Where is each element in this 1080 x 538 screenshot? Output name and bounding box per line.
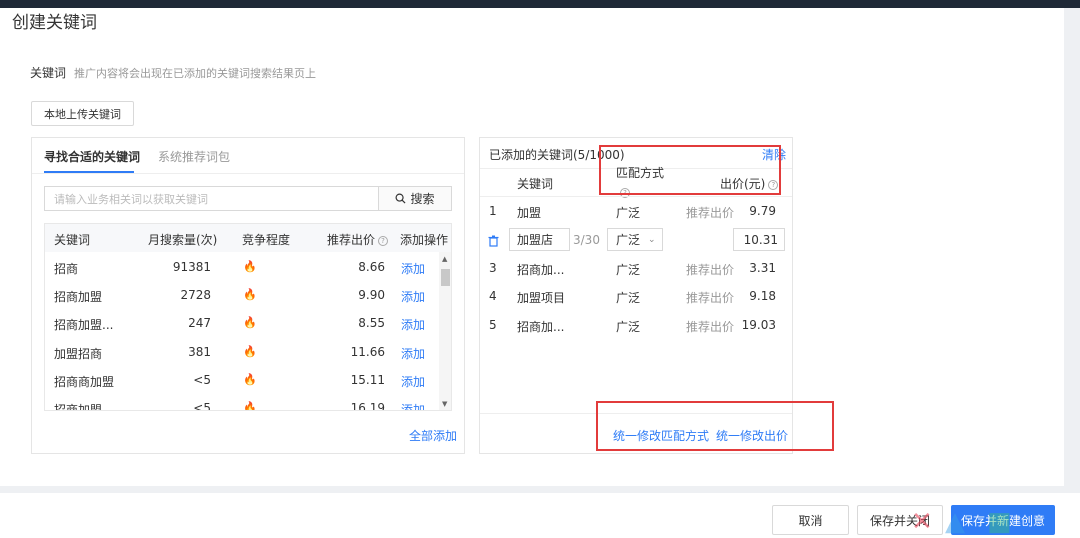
bid-value: 9.18 xyxy=(749,289,776,303)
bid-value: 3.31 xyxy=(749,261,776,275)
add-keyword-link[interactable]: 添加 xyxy=(401,401,425,410)
row-volume: <5 xyxy=(193,373,211,387)
watermark-logo: ✕ ▲ ■ xyxy=(911,507,1012,537)
tab-find-keywords[interactable]: 寻找合适的关键词 xyxy=(44,148,140,165)
page-title: 创建关键词 xyxy=(12,13,97,33)
bid-value: 9.79 xyxy=(749,204,776,218)
bid-label: 推荐出价 xyxy=(686,206,735,220)
chevron-down-icon: ⌄ xyxy=(648,234,656,245)
add-keyword-link[interactable]: 添加 xyxy=(401,345,425,362)
added-keyword: 加盟 xyxy=(517,206,542,220)
row-volume: 2728 xyxy=(180,288,211,302)
bid-label: 推荐出价 xyxy=(686,291,735,305)
col-volume: 月搜索量(次) xyxy=(148,233,218,247)
flame-icon: 🔥 xyxy=(243,260,257,273)
upload-keywords-button[interactable]: 本地上传关键词 xyxy=(31,101,134,126)
keyword-search-input[interactable]: 请输入业务相关词以获取关键词 xyxy=(44,186,378,211)
bid-value: 19.03 xyxy=(741,318,776,332)
trash-icon[interactable] xyxy=(488,235,499,247)
row-volume: 247 xyxy=(188,316,211,330)
scroll-down-icon[interactable]: ▼ xyxy=(442,400,447,408)
bid-edit-input[interactable]: 10.31 xyxy=(733,228,785,251)
svg-text:■: ■ xyxy=(987,507,1012,537)
col-competition: 竞争程度 xyxy=(242,233,291,247)
highlight-box-batch xyxy=(596,401,834,451)
row-index: 5 xyxy=(489,318,497,332)
row-bid: 16.19 xyxy=(350,401,385,411)
row-volume: 91381 xyxy=(172,260,211,274)
row-index: 4 xyxy=(489,289,497,303)
keyword-finder: 寻找合适的关键词 系统推荐词包 请输入业务相关词以获取关键词 搜索 关键词 月搜… xyxy=(31,137,465,454)
add-keyword-link[interactable]: 添加 xyxy=(401,373,425,390)
keyword-table: 关键词 月搜索量(次) 竞争程度 推荐出价? 添加操作 招商 91381 🔥 8… xyxy=(44,223,452,411)
row-bid: 9.90 xyxy=(358,288,385,302)
row-keyword: 招商加盟... xyxy=(54,318,114,332)
add-keyword-link[interactable]: 添加 xyxy=(401,316,425,333)
added-keyword: 招商加... xyxy=(517,320,565,334)
search-button[interactable]: 搜索 xyxy=(378,186,452,211)
row-keyword: 招商 xyxy=(54,262,79,276)
row-bid: 11.66 xyxy=(350,345,385,359)
row-bid: 8.55 xyxy=(358,316,385,330)
row-index: 3 xyxy=(489,261,497,275)
match-type: 广泛 xyxy=(616,291,641,305)
col-action: 添加操作 xyxy=(400,233,449,247)
columns-divider xyxy=(480,196,792,197)
add-keyword-link[interactable]: 添加 xyxy=(401,260,425,277)
row-volume: 381 xyxy=(188,345,211,359)
col-bid: 推荐出价? xyxy=(327,231,389,248)
flame-icon: 🔥 xyxy=(243,316,257,329)
highlight-box-columns xyxy=(599,145,781,195)
svg-text:▲: ▲ xyxy=(945,507,965,537)
cancel-button[interactable]: 取消 xyxy=(772,505,849,535)
row-volume: <5 xyxy=(193,401,211,411)
add-keyword-link[interactable]: 添加 xyxy=(401,288,425,305)
added-keyword: 招商加... xyxy=(517,263,565,277)
match-type: 广泛 xyxy=(616,320,641,334)
row-keyword: 招商商加盟 xyxy=(54,375,115,389)
tab-divider xyxy=(32,173,464,174)
help-icon: ? xyxy=(378,235,389,246)
footer-bar: 取消 保存并关闭 保存并新建创意 ✕ ▲ ■ xyxy=(0,493,1080,538)
row-bid: 15.11 xyxy=(350,373,385,387)
row-keyword: 加盟招商 xyxy=(54,347,103,361)
flame-icon: 🔥 xyxy=(243,288,257,301)
create-keyword-panel: 创建关键词 关键词 推广内容将会出现在已添加的关键词搜索结果页上 本地上传关键词… xyxy=(0,8,1064,486)
add-all-link[interactable]: 全部添加 xyxy=(409,427,457,444)
flame-icon: 🔥 xyxy=(243,345,257,358)
search-button-label: 搜索 xyxy=(410,192,435,206)
keyword-label: 关键词 xyxy=(30,66,67,80)
keyword-edit-input[interactable]: 加盟店 xyxy=(509,228,570,251)
scroll-up-icon[interactable]: ▲ xyxy=(442,255,447,263)
match-type-select[interactable]: 广泛 ⌄ xyxy=(607,228,663,251)
top-bar xyxy=(0,0,1080,8)
flame-icon: 🔥 xyxy=(243,401,257,411)
bid-label: 推荐出价 xyxy=(686,263,735,277)
tab-recommended-packs[interactable]: 系统推荐词包 xyxy=(158,148,230,165)
flame-icon: 🔥 xyxy=(243,373,257,386)
match-type: 广泛 xyxy=(616,206,641,220)
match-type: 广泛 xyxy=(616,263,641,277)
keyword-length-counter: 3/30 xyxy=(573,233,600,247)
added-keyword: 加盟项目 xyxy=(517,291,566,305)
keyword-hint: 推广内容将会出现在已添加的关键词搜索结果页上 xyxy=(74,67,316,80)
svg-text:✕: ✕ xyxy=(911,507,933,537)
bid-label: 推荐出价 xyxy=(686,320,735,334)
col-keyword: 关键词 xyxy=(54,233,91,247)
row-keyword: 招商加盟 xyxy=(54,403,103,411)
scrollbar-thumb[interactable] xyxy=(441,269,450,286)
row-index: 1 xyxy=(489,204,497,218)
search-icon xyxy=(395,193,406,204)
row-bid: 8.66 xyxy=(358,260,385,274)
match-type-value: 广泛 xyxy=(616,233,641,247)
row-keyword: 招商加盟 xyxy=(54,290,103,304)
col-added-keyword: 关键词 xyxy=(517,177,554,191)
